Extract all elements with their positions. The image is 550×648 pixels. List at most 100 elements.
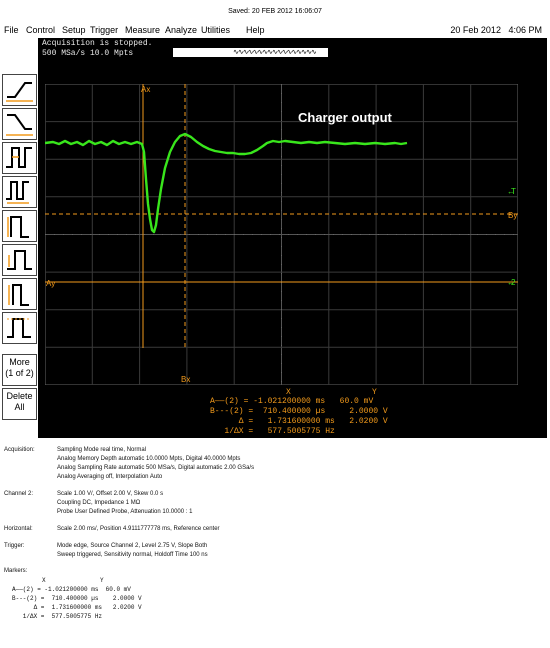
markers-table: X Y A——(2) = -1.021200000 ms 60.0 mV B--… [12,576,142,648]
markers-cell-x: 1.731600000 ms [48,604,103,611]
saved-timestamp: Saved: 20 FEB 2012 16:06:07 [228,8,322,15]
menu-file[interactable]: File [4,25,19,35]
trigger-settings-label: Trigger: [4,543,25,549]
channel2-line: Scale 1.00 V/, Offset 2.00 V, Skew 0.0 s [57,491,164,497]
readout-label: B---(2) = [210,407,254,416]
horizontal-label: Horizontal: [4,526,33,532]
readout-col-x: X [286,388,291,397]
top-base-icon [3,313,36,343]
rise-time-icon [3,211,36,241]
markers-cell-label: 1/ΔX = [12,613,45,620]
more-page: (1 of 2) [5,368,34,378]
readout-x: 577.5005775 Hz [258,427,335,436]
markers-header-x: X [42,577,46,584]
markers-row: Δ = 1.731600000 ms 2.0200 V [12,603,142,612]
markers-row: 1/ΔX = 577.5005775 Hz [12,612,102,621]
softkey-overshoot[interactable] [2,244,37,276]
header-date: 20 Feb 2012 [450,25,501,35]
channel2-label: Channel 2: [4,491,34,497]
menu-measure[interactable]: Measure [125,25,160,35]
readout-y: 2.0200 V [349,417,388,426]
softkey-rising-edge[interactable] [2,74,37,106]
delete-label: Delete [6,391,33,401]
readout-row-b: B---(2) = 710.400000 µs 2.0000 V [210,407,388,416]
markers-cell-x: 577.5005775 Hz [48,613,103,620]
readout-y: 2.0000 V [349,407,388,416]
sample-rate-status: 500 MSa/s 10.0 Mpts [42,49,134,58]
softkey-pulse-width[interactable] [2,142,37,174]
acquisition-line: Sampling Mode real time, Normal [57,447,147,453]
acquisition-line: Analog Sampling Rate automatic 500 MSa/s… [57,465,255,471]
softkey-rise-time[interactable] [2,210,37,242]
marker-by-label: By [508,211,517,220]
channel-ground-label: 2 [511,278,516,287]
acquisition-line: Analog Averaging off, Interpolation Auto [57,474,163,480]
readout-x: -1.021200000 ms [253,397,326,406]
readout-label: A——(2) = [210,397,249,406]
marker-readout: X Y A——(2) = -1.021200000 ms 60.0 mV B--… [210,386,410,438]
menu-setup[interactable]: Setup [62,25,86,35]
menu-help[interactable]: Help [246,25,265,35]
trigger-label: T [511,187,516,196]
pulse-width-icon [3,143,36,173]
status-bar: Acquisition is stopped. 500 MSa/s 10.0 M… [38,38,547,60]
delete-sub: All [14,402,25,412]
readout-x: 710.400000 µs [258,407,326,416]
falling-edge-icon [3,109,36,139]
markers-row: B---(2) = 710.400000 µs 2.0000 V [12,594,142,603]
menu-control[interactable]: Control [26,25,55,35]
waveform-grid: Ax Bx Ay By ← T ← 2 [45,84,518,385]
marker-ax-label: Ax [141,85,150,94]
acquisition-label: Acquisition: [4,447,35,453]
menu-bar: File Control Setup Trigger Measure Analy… [0,25,550,37]
more-label: More [9,357,30,367]
acquisition-status: Acquisition is stopped. [42,39,153,48]
trigger-line: Mode edge, Source Channel 2, Level 2.75 … [57,543,208,549]
menu-analyze[interactable]: Analyze [165,25,197,35]
markers-cell-y: 2.0200 V [112,604,142,611]
memory-navigator[interactable]: ∿∿∿∿∿∿∿∿∿∿∿∿∿∿∿∿∿ [173,48,328,57]
softkey-falling-edge[interactable] [2,108,37,140]
markers-header-y: Y [100,577,104,584]
markers-row: A——(2) = -1.021200000 ms 60.0 mV [12,585,131,594]
markers-label: Markers: [4,568,28,574]
horizontal-line: Scale 2.00 ms/, Position 4.9111777778 ms… [57,526,220,532]
markers-cell-x: 710.400000 µs [48,595,99,602]
channel2-line: Coupling DC, Impedance 1 MΩ [57,500,141,506]
markers-cell-y: 60.0 mV [105,586,131,593]
readout-x: 1.731600000 ms [258,417,335,426]
readout-row-inverse: 1/ΔX = 577.5005775 Hz [210,427,335,436]
softkey-period[interactable] [2,176,37,208]
marker-ay-label: Ay [46,279,55,288]
overshoot-icon [3,245,36,275]
more-button[interactable]: More (1 of 2) [2,354,37,386]
softkey-top-base[interactable] [2,312,37,344]
readout-row-a: A——(2) = -1.021200000 ms 60.0 mV [210,397,373,406]
readout-y: 60.0 mV [339,397,374,406]
markers-cell-x: -1.021200000 ms [44,586,99,593]
marker-bx-label: Bx [181,375,190,384]
rising-edge-icon [3,75,36,105]
trigger-line: Sweep triggered, Sensitivity normal, Hol… [57,552,208,558]
readout-label: Δ = [210,417,254,426]
markers-cell-y: 2.0000 V [112,595,142,602]
markers-cell-label: A——(2) = [12,586,41,593]
period-icon [3,177,36,207]
channel2-line: Probe User Defined Probe, Attenuation 10… [57,509,193,515]
header-time: 4:06 PM [508,25,542,35]
waveform-overview-icon: ∿∿∿∿∿∿∿∿∿∿∿∿∿∿∿∿∿ [233,49,317,57]
acquisition-line: Analog Memory Depth automatic 10.0000 Mp… [57,456,241,462]
readout-row-delta: Δ = 1.731600000 ms 2.0200 V [210,417,388,426]
header-datetime: 20 Feb 2012 4:06 PM [450,25,542,35]
amplitude-icon [3,279,36,309]
readout-label: 1/ΔX = [210,427,254,436]
menu-trigger[interactable]: Trigger [90,25,118,35]
menu-utilities[interactable]: Utilities [201,25,230,35]
plot-annotation: Charger output [298,110,392,125]
softkey-panel: More (1 of 2) Delete All [0,74,38,434]
markers-cell-label: Δ = [12,604,45,611]
readout-col-y: Y [372,388,377,397]
softkey-amplitude[interactable] [2,278,37,310]
markers-cell-label: B---(2) = [12,595,45,602]
delete-all-button[interactable]: Delete All [2,388,37,420]
